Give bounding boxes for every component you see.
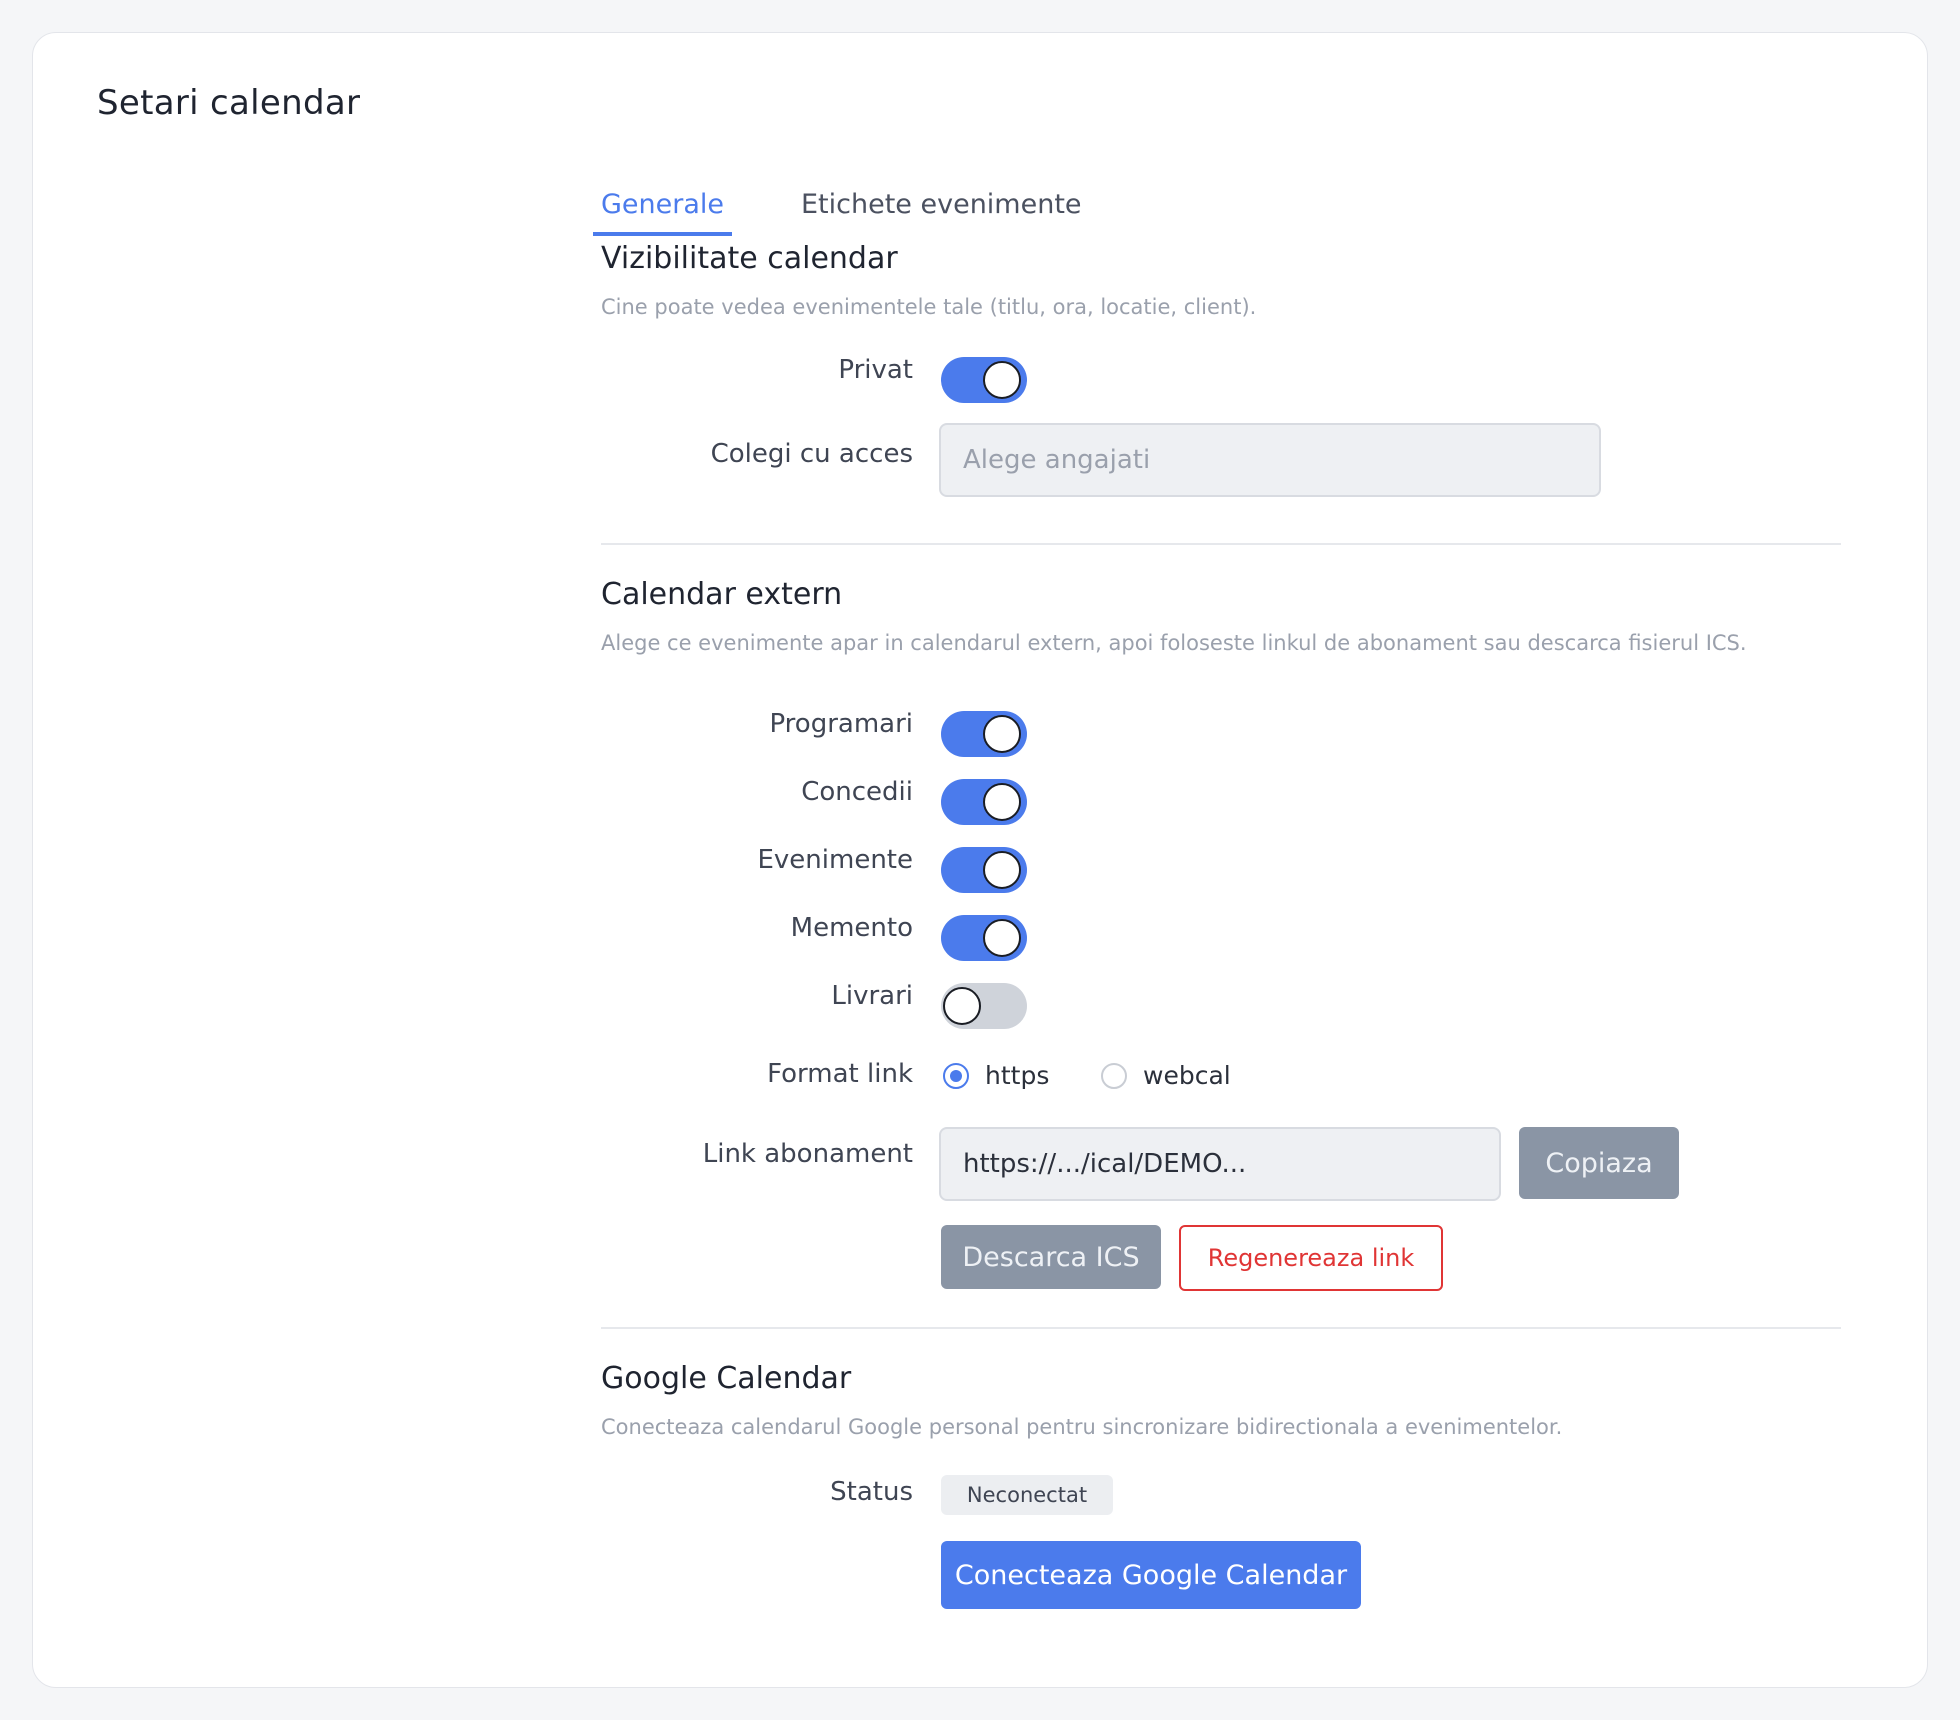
format-radio-https[interactable]: https <box>943 1061 1049 1090</box>
subscription-link-field[interactable]: https://.../ical/DEMO... <box>939 1127 1501 1201</box>
regenerate-link-button[interactable]: Regenereaza link <box>1179 1225 1443 1291</box>
label-livrari: Livrari <box>831 981 913 1011</box>
toggle-knob <box>943 987 981 1025</box>
toggle-knob <box>983 919 1021 957</box>
divider <box>601 543 1841 545</box>
tab-generale[interactable]: Generale <box>593 189 733 236</box>
page-title: Setari calendar <box>97 83 361 123</box>
toggle-concedii[interactable] <box>941 779 1027 825</box>
download-ics-button[interactable]: Descarca ICS <box>941 1225 1161 1289</box>
section-desc-external: Alege ce evenimente apar in calendarul e… <box>601 631 1747 655</box>
divider <box>601 1327 1841 1329</box>
section-title-google: Google Calendar <box>601 1361 852 1396</box>
toggle-memento[interactable] <box>941 915 1027 961</box>
section-desc-google: Conecteaza calendarul Google personal pe… <box>601 1415 1563 1439</box>
toggle-evenimente[interactable] <box>941 847 1027 893</box>
tab-etichete-evenimente[interactable]: Etichete evenimente <box>793 189 1090 232</box>
radio-https[interactable] <box>943 1062 969 1089</box>
toggle-knob <box>983 361 1021 399</box>
label-status: Status <box>830 1477 913 1507</box>
section-title-external: Calendar extern <box>601 577 843 612</box>
label-format-link: Format link <box>767 1059 913 1089</box>
toggle-knob <box>983 715 1021 753</box>
section-desc-visibility: Cine poate vedea evenimentele tale (titl… <box>601 295 1257 319</box>
label-evenimente: Evenimente <box>757 845 913 875</box>
label-link-abonament: Link abonament <box>702 1139 913 1169</box>
toggle-programari[interactable] <box>941 711 1027 757</box>
connect-google-calendar-button[interactable]: Conecteaza Google Calendar <box>941 1541 1361 1609</box>
copy-button[interactable]: Copiaza <box>1519 1127 1679 1199</box>
format-radio-webcal[interactable]: webcal <box>1101 1061 1231 1090</box>
radio-webcal[interactable] <box>1101 1062 1127 1089</box>
toggle-knob <box>983 783 1021 821</box>
toggle-privat[interactable] <box>941 357 1027 403</box>
label-programari: Programari <box>769 709 913 739</box>
toggle-livrari[interactable] <box>941 983 1027 1029</box>
label-concedii: Concedii <box>801 777 913 807</box>
label-memento: Memento <box>790 913 913 943</box>
status-badge: Neconectat <box>941 1475 1113 1515</box>
label-colegi-cu-acces: Colegi cu acces <box>710 439 913 469</box>
section-title-visibility: Vizibilitate calendar <box>601 241 898 276</box>
colleagues-select[interactable]: Alege angajati <box>939 423 1601 497</box>
settings-card: Setari calendar Generale Etichete evenim… <box>32 32 1928 1688</box>
radio-webcal-label: webcal <box>1143 1061 1231 1090</box>
toggle-knob <box>983 851 1021 889</box>
radio-https-label: https <box>985 1061 1050 1090</box>
label-privat: Privat <box>838 355 913 385</box>
